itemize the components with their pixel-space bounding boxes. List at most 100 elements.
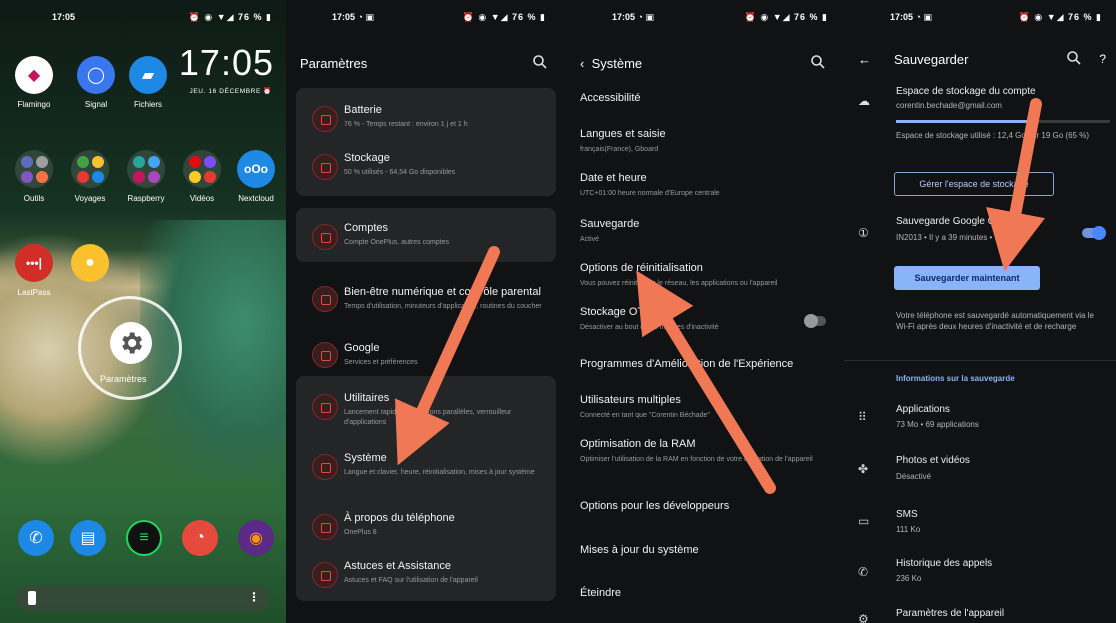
item-subtitle: Langue et clavier, heure, réinitialisati… [344,469,535,476]
home-clock[interactable]: 17:05 [179,42,274,84]
app-signal[interactable]: ◯ Signal [68,56,124,109]
status-bar: 17:05 ◔ ▣ ⏰ ◉ ▼◢ 76 % ▮ [286,0,566,28]
account-storage-title: Espace de stockage du compte [896,86,1036,97]
system-item-reinitialisation[interactable]: Options de réinitialisation Vous pouvez r… [566,262,844,292]
cloud-icon: ☁ [858,94,870,108]
back-button[interactable]: ‹ Système [580,56,642,71]
system-item-sauvegarde[interactable]: Sauvegarde Activé [566,218,844,248]
status-icons: ⏰ ◉ ▼◢ 76 % ▮ [462,12,546,22]
status-time: 17:05 ◔ ▣ [612,12,654,22]
app-label: Raspberry [127,194,165,203]
search-icon[interactable] [532,54,548,70]
app-messages[interactable]: ▤ [60,520,116,562]
detail-title: Applications [896,404,950,415]
item-title: Éteindre [580,587,621,599]
back-arrow-icon[interactable]: ← [858,52,871,67]
app-fichiers[interactable]: ▰ Fichiers [120,56,176,109]
system-item-mises-a-jour[interactable]: Mises à jour du système [566,544,844,564]
detail-subtitle: Désactivé [896,472,932,481]
account-icon [312,224,338,250]
google-search-bar[interactable]: ⋮ [16,585,270,611]
google-backup-title: Sauvegarde Google One [896,216,1007,227]
app-label: Fichiers [133,100,162,109]
settings-item-comptes[interactable]: Comptes Compte OnePlus, autres comptes [296,220,556,256]
system-item-ram[interactable]: Optimisation de la RAM Optimiser l'utilis… [566,438,844,478]
detail-title: Historique des appels [896,558,993,569]
item-title: À propos du téléphone [344,512,455,524]
settings-item-stockage[interactable]: Stockage 50 % utilisés - 64,54 Go dispon… [296,150,556,190]
folder-raspberry[interactable]: Raspberry [118,150,174,203]
settings-item-batterie[interactable]: Batterie 76 % - Temps restant : environ … [296,102,556,142]
settings-item-utilitaires[interactable]: Utilitaires Lancement rapide, applicatio… [296,390,556,436]
manage-storage-button[interactable]: Gérer l'espace de stockage [894,172,1054,196]
status-icons: ⏰ ◉ ▼◢ 76 % ▮ [1018,12,1102,22]
folder-videos-icon [183,150,221,188]
app-lightbulb[interactable]: ● [62,244,118,288]
settings-item-google[interactable]: Google Services et préférences [296,338,556,374]
system-item-utilisateurs[interactable]: Utilisateurs multiples Connecté en tant q… [566,394,844,424]
settings-item-a-propos[interactable]: À propos du téléphone OnePlus 8 [296,510,556,546]
system-item-eteindre[interactable]: Éteindre [566,587,844,607]
podcast-icon: ◔ [182,520,218,556]
backup-topbar: ← Sauvegarder ? [844,40,1116,76]
item-title: Utilisateurs multiples [580,394,681,406]
system-item-stockage-otg[interactable]: Stockage OTG Désactiver au bout de 10 min… [566,306,844,336]
item-title: Stockage OTG [580,306,653,318]
backup-info-text: Votre téléphone est sauvegardé automatiq… [896,311,1094,331]
section-title: Informations sur la sauvegarde [896,374,1015,383]
page-title: Sauvegarder [894,52,969,67]
status-time-text: 17:05 [612,12,636,22]
app-spotify[interactable]: ≡ [116,520,172,562]
item-title: Mises à jour du système [580,544,699,556]
app-firefox[interactable]: ◉ [228,520,284,562]
more-options-icon[interactable]: ⋮ [248,590,260,604]
settings-item-systeme[interactable]: Système Langue et clavier, heure, réinit… [296,450,556,496]
detail-title: Photos et vidéos [896,455,970,466]
apps-grid-icon: ⠿ [858,410,867,424]
system-item-date-heure[interactable]: Date et heure UTC+01:00 heure normale d'E… [566,172,844,202]
app-lastpass[interactable]: •••| LastPass [6,244,62,297]
search-icon[interactable] [1066,50,1082,66]
app-label: Nextcloud [238,194,274,203]
lightbulb-icon: ● [71,244,109,282]
backup-screen: 17:05 ◔ ▣ ⏰ ◉ ▼◢ 76 % ▮ ← Sauvegarder ? … [844,0,1116,623]
call-history-icon: ✆ [858,565,869,579]
storage-used-text: Espace de stockage utilisé : 12,4 Go sur… [896,131,1089,140]
folder-voyages[interactable]: Voyages [62,150,118,203]
otg-toggle[interactable] [804,314,826,328]
app-phone[interactable]: ✆ [8,520,64,562]
battery-level: 76 % [238,12,263,22]
system-item-developpeurs[interactable]: Options pour les développeurs [566,500,844,520]
flamingo-icon: ◆ [15,56,53,94]
app-nextcloud[interactable]: oOo Nextcloud [228,150,284,203]
status-time-text: 17:05 [890,12,914,22]
item-title: Comptes [344,222,389,234]
folder-videos[interactable]: Vidéos [174,150,230,203]
settings-app[interactable] [110,322,152,364]
backup-now-button[interactable]: Sauvegarder maintenant [894,266,1040,290]
item-title: Astuces et Assistance [344,560,451,572]
gear-icon [122,332,143,354]
date-text: JEU. 16 DÉCEMBRE [189,88,261,95]
help-icon[interactable]: ? [1099,52,1106,66]
system-item-programmes[interactable]: Programmes d'Amélioration de l'Expérienc… [566,358,844,378]
app-label: Voyages [74,194,106,203]
status-icons: ⏰ ◉ ▼◢ 76 % ▮ [744,12,828,22]
system-item-langues[interactable]: Langues et saisie français(France), Gboar… [566,128,844,158]
app-flamingo[interactable]: ◆ Flamingo [6,56,62,109]
search-icon[interactable] [810,54,826,70]
settings-item-astuces[interactable]: Astuces et Assistance Astuces et FAQ sur… [296,558,556,594]
app-label: LastPass [17,288,51,297]
item-subtitle: Services et préférences [344,359,418,366]
folder-outils[interactable]: Outils [6,150,62,203]
item-subtitle: Vous pouvez réinitialiser le réseau, les… [580,280,778,287]
phone-icon: ✆ [18,520,54,556]
google-backup-toggle[interactable] [1082,226,1106,240]
app-podcast[interactable]: ◔ [172,520,228,562]
settings-item-bien-etre[interactable]: Bien-être numérique et contrôle parental… [296,282,556,326]
item-title: Stockage [344,152,390,164]
item-title: Date et heure [580,172,647,184]
status-bar: 17:05 ◔ ▣ ⏰ ◉ ▼◢ 76 % ▮ [844,0,1116,28]
system-item-accessibilite[interactable]: Accessibilité [566,92,844,112]
status-bar: 17:05 ⏰ ◉ ▼◢ 76 % ▮ [0,0,286,28]
